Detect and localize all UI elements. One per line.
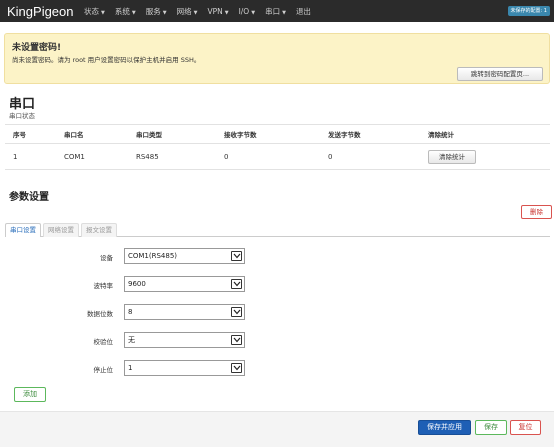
caret-down-icon: ▼ <box>193 9 198 16</box>
nav-serial[interactable]: 串口 ▼ <box>265 6 286 17</box>
select-value: COM1(RS485) <box>128 252 178 260</box>
nav-label: 串口 <box>265 6 281 16</box>
page-subtitle: 串口状态 <box>9 112 35 120</box>
alert-message: 尚未设置密码。请为 root 用户设置密码以保护主机并启用 SSH。 <box>12 56 201 64</box>
cell-rx-bytes: 0 <box>224 152 229 161</box>
nav-label: I/O <box>238 6 250 16</box>
form-row-device: 设备 COM1(RS485) <box>0 248 554 264</box>
cell-tx-bytes: 0 <box>328 152 333 161</box>
select-value: 8 <box>128 308 133 316</box>
nav-services[interactable]: 服务 ▼ <box>146 6 167 17</box>
nav-label: 系统 <box>114 6 130 16</box>
chevron-down-icon <box>231 279 242 289</box>
column-header: 清除统计 <box>428 131 454 139</box>
caret-down-icon: ▼ <box>251 9 256 16</box>
field-label: 设备 <box>100 254 113 262</box>
field-label: 数据位数 <box>87 310 113 318</box>
password-warning-alert: 未设置密码! 尚未设置密码。请为 root 用户设置密码以保护主机并启用 SSH… <box>4 33 550 84</box>
cell-type: RS485 <box>136 152 159 161</box>
form-row-stopbits: 停止位 1 <box>0 360 554 376</box>
delete-button[interactable]: 删除 <box>521 205 552 219</box>
stopbits-select[interactable]: 1 <box>124 360 245 376</box>
caret-down-icon: ▼ <box>131 9 136 16</box>
nav-vpn[interactable]: VPN ▼ <box>207 7 228 16</box>
unsaved-changes-badge[interactable]: 未保存的配置: 1 <box>507 6 550 16</box>
form-row-baudrate: 波特率 9600 <box>0 276 554 292</box>
nav-label: 网络 <box>176 6 192 16</box>
baudrate-select[interactable]: 9600 <box>124 276 245 292</box>
nav-label: VPN <box>207 6 223 16</box>
databits-select[interactable]: 8 <box>124 304 245 320</box>
parity-select[interactable]: 无 <box>124 332 245 348</box>
select-value: 无 <box>128 336 135 344</box>
column-header: 发送字节数 <box>328 131 361 139</box>
field-label: 停止位 <box>93 366 114 374</box>
nav-label: 状态 <box>84 6 99 16</box>
params-section-title: 参数设置 <box>9 192 49 203</box>
settings-tabs: 串口设置 网络设置 报文设置 <box>5 223 550 237</box>
top-navbar: KingPigeon 状态 ▼ 系统 ▼ 服务 ▼ 网络 ▼ VPN ▼ I/O ▼ 串口 ▼… <box>0 0 554 22</box>
device-select[interactable]: COM1(RS485) <box>124 248 245 264</box>
select-value: 9600 <box>128 280 146 288</box>
clear-stats-button[interactable]: 清除统计 <box>428 149 476 164</box>
select-value: 1 <box>128 364 133 372</box>
form-row-parity: 校验位 无 <box>0 332 554 348</box>
cell-name: COM1 <box>64 152 85 161</box>
tab-network-settings[interactable]: 网络设置 <box>43 223 79 237</box>
reset-button[interactable]: 复位 <box>510 420 541 435</box>
nav-network[interactable]: 网络 ▼ <box>177 6 198 17</box>
column-header: 串口名 <box>64 131 84 139</box>
caret-down-icon: ▼ <box>224 9 229 16</box>
caret-down-icon: ▼ <box>162 9 167 16</box>
column-header: 接收字节数 <box>224 131 257 139</box>
nav-status[interactable]: 状态 ▼ <box>84 6 105 17</box>
table-header: 序号 串口名 串口类型 接收字节数 发送字节数 清除统计 <box>5 124 550 144</box>
nav-label: 退出 <box>295 6 311 16</box>
nav-label: 服务 <box>145 6 161 16</box>
alert-title: 未设置密码! <box>12 43 62 53</box>
main-nav: 状态 ▼ 系统 ▼ 服务 ▼ 网络 ▼ VPN ▼ I/O ▼ 串口 ▼ 退出 <box>84 6 321 17</box>
cell-action: 清除统计 <box>428 149 550 164</box>
column-header: 串口类型 <box>136 131 162 139</box>
nav-system[interactable]: 系统 ▼ <box>115 6 136 17</box>
footer-actions: 保存并应用 保存 复位 <box>0 411 554 447</box>
chevron-down-icon <box>231 363 242 373</box>
table-row: 1 COM1 RS485 0 0 清除统计 <box>5 144 550 170</box>
serial-status-table: 序号 串口名 串口类型 接收字节数 发送字节数 清除统计 1 COM1 RS48… <box>5 124 550 170</box>
caret-down-icon: ▼ <box>282 9 286 16</box>
brand-logo[interactable]: KingPigeon <box>0 4 84 19</box>
cell-index: 1 <box>13 152 18 161</box>
caret-down-icon: ▼ <box>101 9 105 16</box>
form-row-databits: 数据位数 8 <box>0 304 554 320</box>
goto-password-page-button[interactable]: 跳转到密码配置页... <box>457 67 543 81</box>
tab-message-settings[interactable]: 报文设置 <box>81 223 117 237</box>
chevron-down-icon <box>231 335 242 345</box>
chevron-down-icon <box>231 251 242 261</box>
save-button[interactable]: 保存 <box>475 420 507 435</box>
save-and-apply-button[interactable]: 保存并应用 <box>418 420 471 435</box>
column-header: 序号 <box>13 131 26 139</box>
chevron-down-icon <box>231 307 242 317</box>
field-label: 校验位 <box>93 338 114 346</box>
nav-io[interactable]: I/O ▼ <box>239 7 256 16</box>
nav-logout[interactable]: 退出 <box>296 6 311 17</box>
field-label: 波特率 <box>93 282 114 290</box>
add-button[interactable]: 添加 <box>14 387 46 402</box>
tab-serial-settings[interactable]: 串口设置 <box>5 223 41 237</box>
